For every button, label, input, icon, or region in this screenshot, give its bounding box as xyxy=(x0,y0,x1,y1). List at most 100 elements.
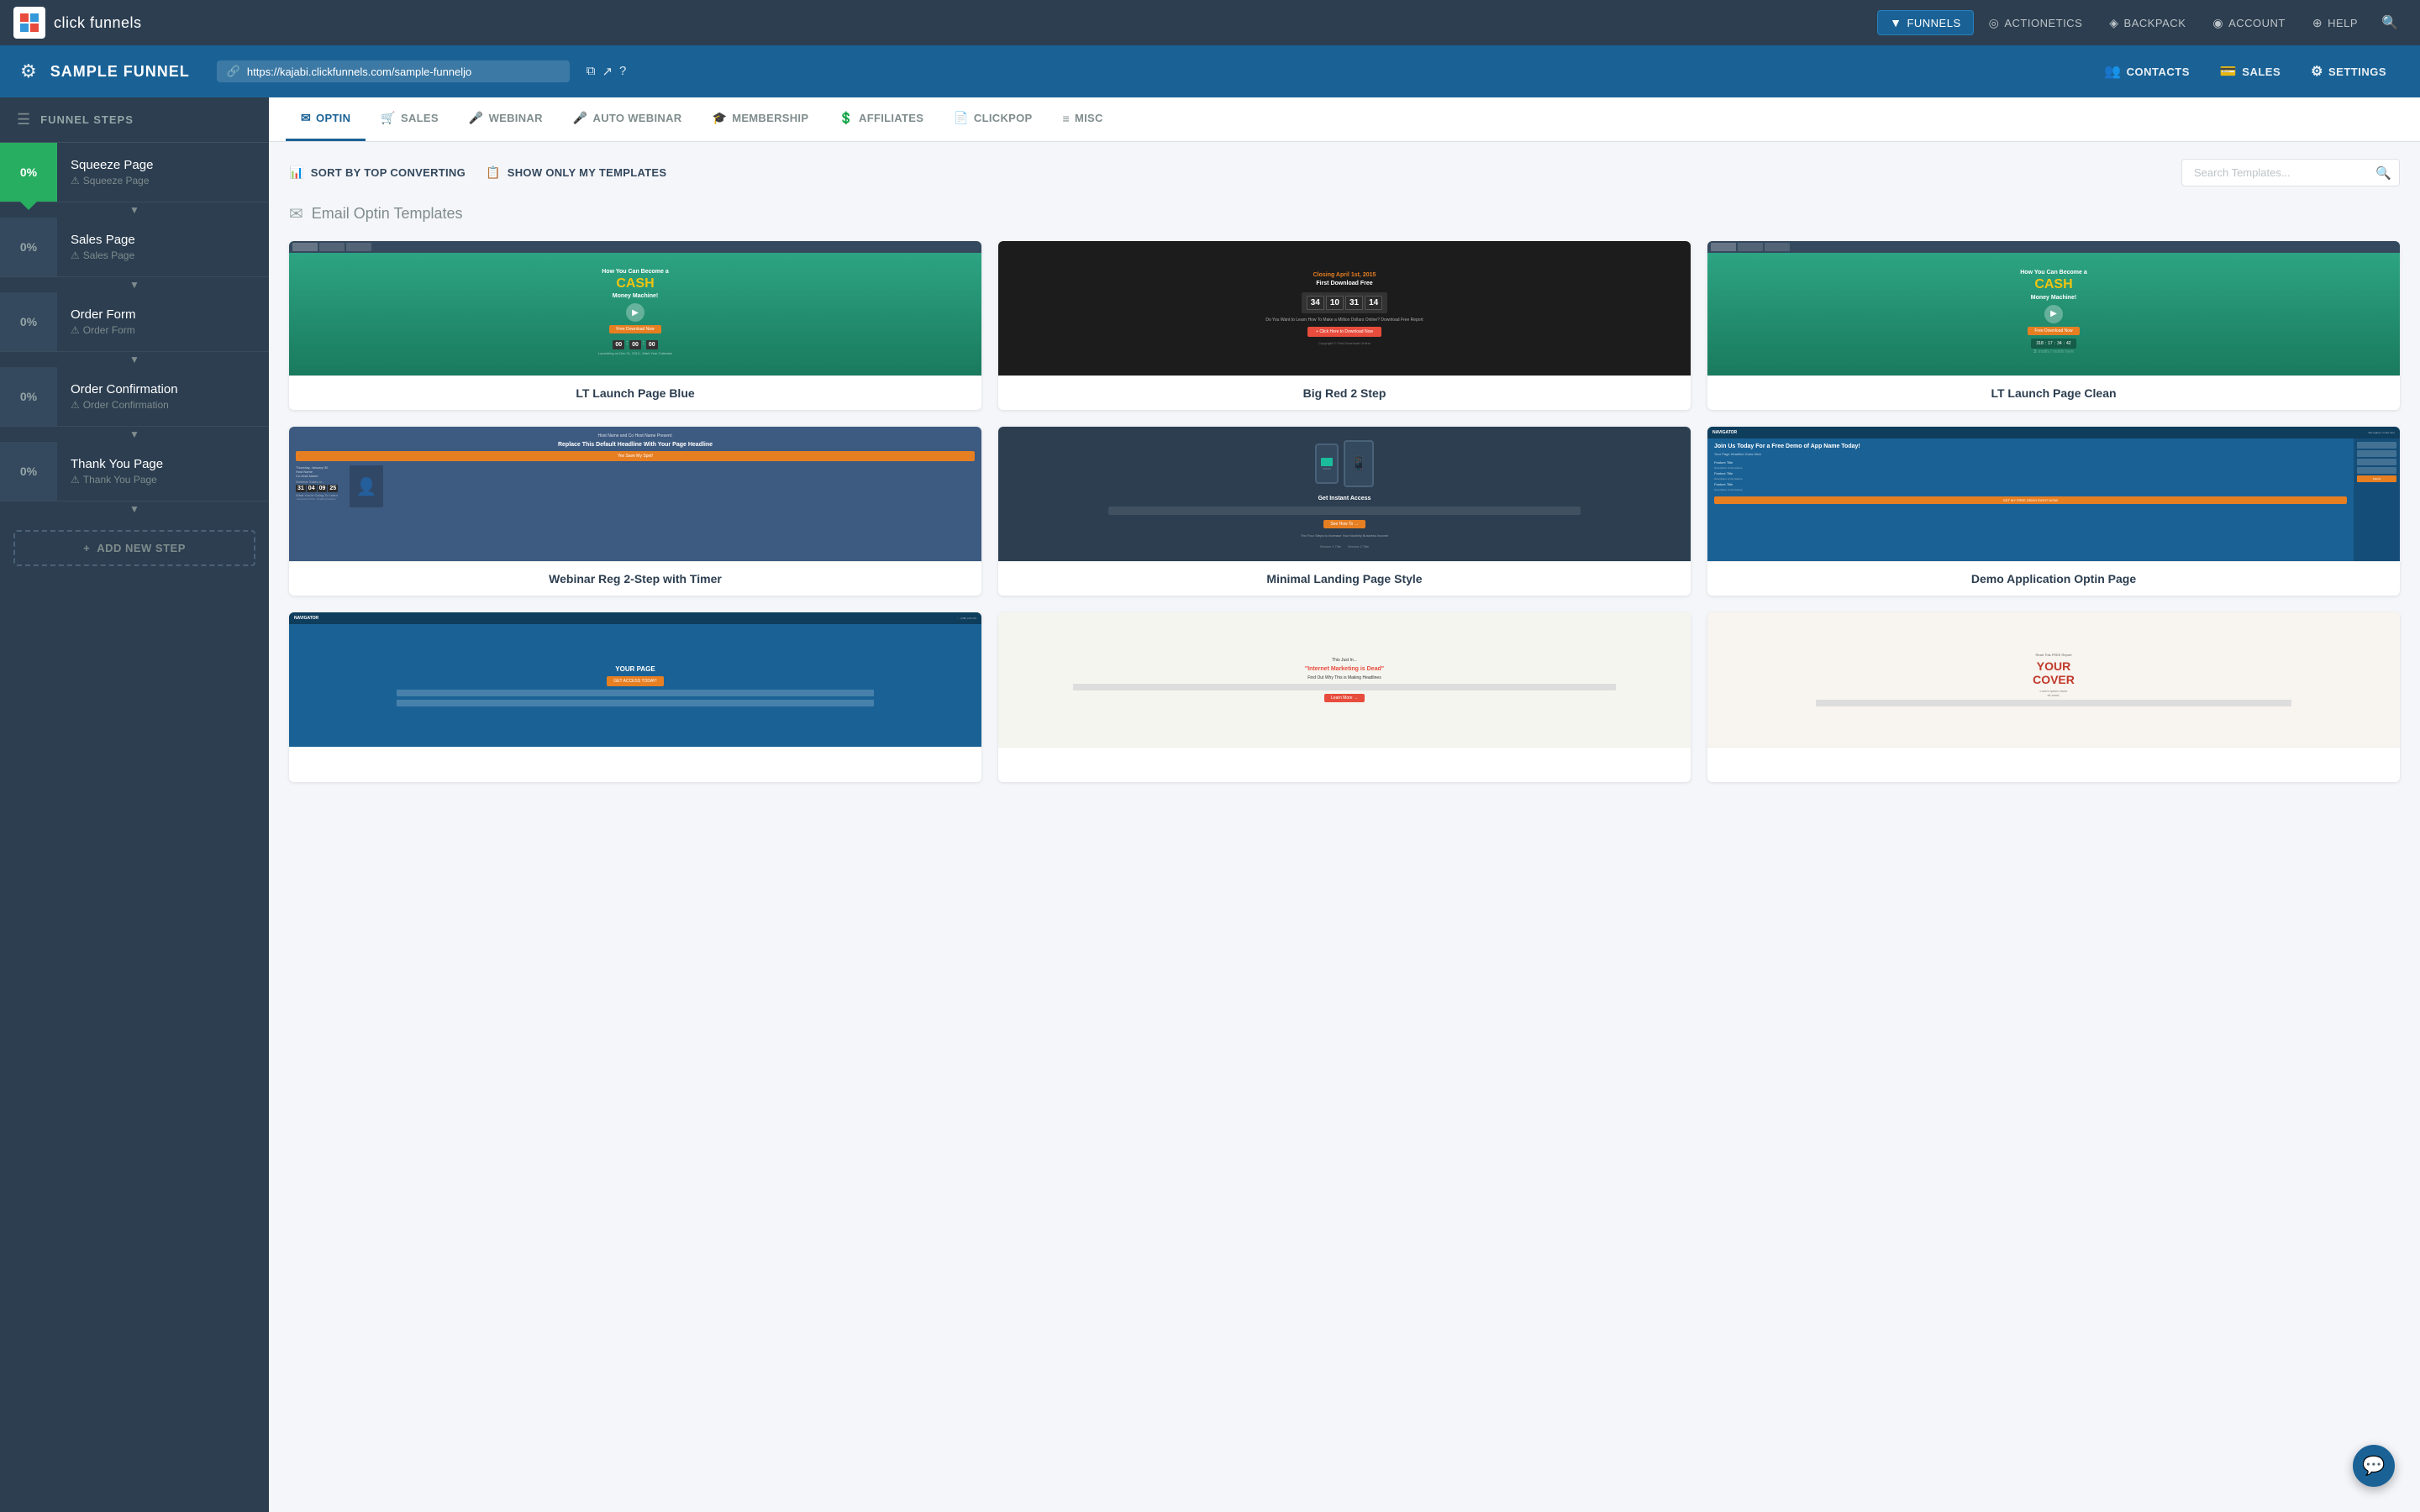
template-card-lt-launch-clean[interactable]: How You Can Become aCASHMoney Machine! ▶… xyxy=(1707,241,2400,410)
nav-account[interactable]: ◉ ACCOUNT xyxy=(2201,11,2297,35)
link-icon: 🔗 xyxy=(227,65,240,78)
contacts-button[interactable]: 👥 CONTACTS xyxy=(2091,58,2203,85)
step-divider-4: ▼ xyxy=(0,427,269,442)
url-actions: ⧉ ↗ ? xyxy=(587,64,627,79)
step-sub-order-confirm: ⚠ Order Confirmation xyxy=(71,399,255,411)
nav-actionetics[interactable]: ◎ ACTIONETICS xyxy=(1977,11,2095,35)
open-url-button[interactable]: ↗ xyxy=(602,64,613,79)
cart-tab-icon: 🛒 xyxy=(381,111,396,125)
tab-clickpop[interactable]: 📄 CLICKPOP xyxy=(939,97,1047,141)
tab-auto-webinar[interactable]: 🎤 AUTO WEBINAR xyxy=(558,97,697,141)
template-grid-row3: NAVIGATOR 📞 (288) 100-100 YOUR PAGE GET … xyxy=(289,612,2400,782)
template-thumb-navigator: NAVIGATOR 📞 (288) 100-100 YOUR PAGE GET … xyxy=(289,612,981,747)
plus-icon: + xyxy=(83,542,90,554)
template-label-webinar-reg: Webinar Reg 2-Step with Timer xyxy=(289,561,981,596)
template-card-demo[interactable]: NAVIGATOR Site tagline / motto here Join… xyxy=(1707,427,2400,596)
nav-help[interactable]: ⊕ HELP xyxy=(2301,11,2370,35)
nav-funnels[interactable]: ▼ FUNNELS xyxy=(1877,10,1974,35)
search-submit-icon[interactable]: 🔍 xyxy=(2375,165,2391,181)
tab-optin[interactable]: ✉ OPTIN xyxy=(286,97,366,141)
template-card-internet-marketing[interactable]: This Just In... "Internet Marketing is D… xyxy=(998,612,1691,782)
step-name-order-form: Order Form xyxy=(71,307,255,322)
logo-icon xyxy=(13,7,45,39)
show-only-my-button[interactable]: 📋 SHOW ONLY MY TEMPLATES xyxy=(486,165,666,180)
funnel-header-actions: 👥 CONTACTS 💳 SALES ⚙ SETTINGS xyxy=(2091,58,2400,85)
template-search: 🔍 xyxy=(2181,159,2400,186)
funnel-step-squeeze[interactable]: 0% Squeeze Page ⚠ Squeeze Page xyxy=(0,143,269,202)
copy-url-button[interactable]: ⧉ xyxy=(587,64,596,79)
template-label-demo: Demo Application Optin Page xyxy=(1707,561,2400,596)
template-card-navigator[interactable]: NAVIGATOR 📞 (288) 100-100 YOUR PAGE GET … xyxy=(289,612,981,782)
funnel-url: https://kajabi.clickfunnels.com/sample-f… xyxy=(247,66,471,78)
step-divider-5: ▼ xyxy=(0,501,269,517)
section-title: ✉ Email Optin Templates xyxy=(289,203,2400,224)
arrow-icon-2: ▼ xyxy=(129,279,139,291)
sort-by-button[interactable]: 📊 SORT BY TOP CONVERTING xyxy=(289,165,466,180)
tab-misc[interactable]: ≡ MISC xyxy=(1048,98,1118,141)
template-label-cover xyxy=(1707,747,2400,782)
template-grid-row2: Host Name and Co Host Name Present: Repl… xyxy=(289,427,2400,596)
contacts-icon: 👥 xyxy=(2104,63,2121,80)
step-percent-order-confirm: 0% xyxy=(0,367,57,426)
template-label-internet-marketing xyxy=(998,747,1691,782)
step-info-thank-you: Thank You Page ⚠ Thank You Page xyxy=(57,447,269,496)
funnel-step-order-confirm[interactable]: 0% Order Confirmation ⚠ Order Confirmati… xyxy=(0,367,269,427)
tab-membership[interactable]: 🎓 MEMBERSHIP xyxy=(697,97,823,141)
step-divider-2: ▼ xyxy=(0,277,269,292)
template-thumb-lt-launch-clean: How You Can Become aCASHMoney Machine! ▶… xyxy=(1707,241,2400,375)
arrow-icon-1: ▼ xyxy=(129,204,139,216)
tab-sales[interactable]: 🛒 SALES xyxy=(366,97,454,141)
chart-icon: 📊 xyxy=(289,165,304,180)
template-label-lt-launch-clean: LT Launch Page Clean xyxy=(1707,375,2400,410)
template-thumb-internet-marketing: This Just In... "Internet Marketing is D… xyxy=(998,612,1691,747)
app-logo[interactable]: click funnels xyxy=(13,7,142,39)
help-url-button[interactable]: ? xyxy=(619,64,626,79)
step-percent-squeeze: 0% xyxy=(0,143,57,202)
step-info-squeeze: Squeeze Page ⚠ Squeeze Page xyxy=(57,148,269,197)
graduation-tab-icon: 🎓 xyxy=(712,111,727,125)
template-card-cover[interactable]: Read This FREE Report YOURCOVER Lorem ip… xyxy=(1707,612,2400,782)
headphones-icon: ◎ xyxy=(1989,16,2000,30)
template-label-big-red: Big Red 2 Step xyxy=(998,375,1691,410)
filter-icon: ▼ xyxy=(1890,16,1902,29)
funnel-step-sales[interactable]: 0% Sales Page ⚠ Sales Page xyxy=(0,218,269,277)
template-card-minimal[interactable]: 📱 Get Instant Access See How To → The Fo… xyxy=(998,427,1691,596)
add-new-step-button[interactable]: + ADD NEW STEP xyxy=(13,530,255,566)
nav-backpack[interactable]: ◈ BACKPACK xyxy=(2097,11,2197,35)
template-area: 📊 SORT BY TOP CONVERTING 📋 SHOW ONLY MY … xyxy=(269,142,2420,1512)
global-search-button[interactable]: 🔍 xyxy=(2373,9,2407,36)
warning-icon-squeeze: ⚠ xyxy=(71,175,80,186)
mic2-tab-icon: 🎤 xyxy=(573,111,588,125)
main-content: ☰ FUNNEL STEPS 0% Squeeze Page ⚠ Squeeze… xyxy=(0,97,2420,1512)
template-label-lt-launch-blue: LT Launch Page Blue xyxy=(289,375,981,410)
step-sub-squeeze: ⚠ Squeeze Page xyxy=(71,175,255,186)
settings-gear-icon[interactable]: ⚙ xyxy=(20,60,37,82)
step-name-sales: Sales Page xyxy=(71,233,255,247)
warning-icon-order-confirm: ⚠ xyxy=(71,399,80,411)
tab-affiliates[interactable]: 💲 AFFILIATES xyxy=(823,97,939,141)
section-envelope-icon: ✉ xyxy=(289,203,303,224)
warning-icon-thank-you: ⚠ xyxy=(71,474,80,486)
chat-support-button[interactable]: 💬 xyxy=(2353,1445,2395,1487)
settings-button[interactable]: ⚙ SETTINGS xyxy=(2297,58,2400,85)
sales-button[interactable]: 💳 SALES xyxy=(2207,58,2294,85)
dollar-tab-icon: 💲 xyxy=(839,111,854,125)
funnel-step-order-form[interactable]: 0% Order Form ⚠ Order Form xyxy=(0,292,269,352)
step-divider-3: ▼ xyxy=(0,352,269,367)
search-input[interactable] xyxy=(2181,159,2400,186)
template-card-webinar-reg[interactable]: Host Name and Co Host Name Present: Repl… xyxy=(289,427,981,596)
mic-tab-icon: 🎤 xyxy=(469,111,484,125)
sales-icon: 💳 xyxy=(2220,63,2237,80)
step-name-order-confirm: Order Confirmation xyxy=(71,382,255,396)
template-label-navigator xyxy=(289,747,981,782)
tab-webinar[interactable]: 🎤 WEBINAR xyxy=(454,97,558,141)
template-card-lt-launch-blue[interactable]: How You Can Become aCASHMoney Machine! ▶… xyxy=(289,241,981,410)
step-info-order-form: Order Form ⚠ Order Form xyxy=(57,297,269,346)
gear-icon: ⚙ xyxy=(2311,63,2323,80)
step-sub-sales: ⚠ Sales Page xyxy=(71,249,255,261)
funnel-step-thank-you[interactable]: 0% Thank You Page ⚠ Thank You Page xyxy=(0,442,269,501)
template-thumb-big-red: Closing April 1st, 2015 First Download F… xyxy=(998,241,1691,375)
template-card-big-red[interactable]: Closing April 1st, 2015 First Download F… xyxy=(998,241,1691,410)
funnel-url-bar: 🔗 https://kajabi.clickfunnels.com/sample… xyxy=(217,60,570,82)
step-sub-thank-you: ⚠ Thank You Page xyxy=(71,474,255,486)
